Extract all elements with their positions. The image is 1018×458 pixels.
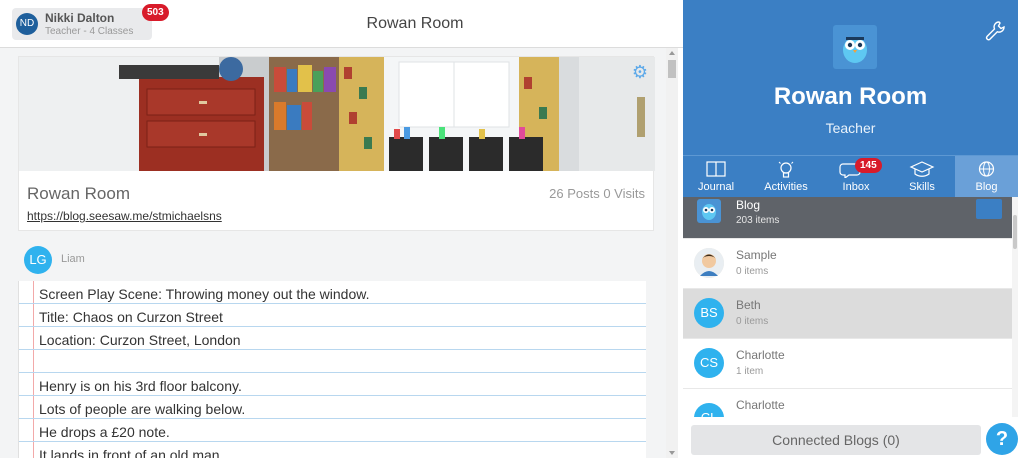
banner-photo xyxy=(19,57,655,171)
item-count: 0 items xyxy=(736,316,769,327)
list-item-charlotte[interactable]: CL Charlotte xyxy=(683,389,1012,417)
note-line: Lots of people are walking below. xyxy=(19,396,646,419)
note-line: It lands in front of an old man. xyxy=(19,442,646,458)
notification-badge[interactable]: 503 xyxy=(142,4,169,21)
tab-blog[interactable]: Blog xyxy=(955,156,1018,198)
scroll-thumb[interactable] xyxy=(668,60,676,78)
tab-activities[interactable]: Activities xyxy=(749,156,823,198)
item-count: 0 items xyxy=(736,266,769,277)
page-title: Rowan Room xyxy=(366,15,464,32)
top-bar: ND Nikki Dalton Teacher - 4 Classes 503 … xyxy=(0,0,683,48)
class-sidebar: Rowan Room Teacher Journal Activities 14… xyxy=(683,0,1018,458)
student-avatar: BS xyxy=(694,298,724,328)
blog-card: ⚙ Rowan Room 26 Posts 0 Visits https://b… xyxy=(18,56,655,231)
list-item-blog[interactable]: Blog 203 items xyxy=(683,197,1012,239)
blog-stats: 26 Posts 0 Visits xyxy=(549,186,645,201)
user-role: Teacher - 4 Classes xyxy=(45,26,134,37)
user-name: Nikki Dalton xyxy=(45,11,115,25)
note-line: He drops a £20 note. xyxy=(19,419,646,442)
student-name: Blog xyxy=(736,198,761,212)
inbox-count-badge: 145 xyxy=(855,158,882,173)
journal-feed: ⚙ Rowan Room 26 Posts 0 Visits https://b… xyxy=(0,48,666,458)
student-list-scrollbar[interactable] xyxy=(1012,197,1018,417)
scroll-down-arrow-icon[interactable] xyxy=(669,451,675,455)
sample-avatar-icon xyxy=(694,248,724,278)
student-name: Beth xyxy=(736,298,761,312)
list-item-beth[interactable]: BS Beth 0 items xyxy=(683,289,1012,339)
student-name: Charlotte xyxy=(736,348,785,362)
tab-skills-label: Skills xyxy=(909,181,935,193)
student-avatar: CS xyxy=(694,348,724,378)
scroll-thumb[interactable] xyxy=(1013,215,1017,249)
feed-scrollbar[interactable] xyxy=(666,48,678,458)
student-name: Charlotte xyxy=(736,398,785,412)
tab-inbox[interactable]: 145 Inbox xyxy=(823,156,889,198)
tab-inbox-label: Inbox xyxy=(842,181,870,193)
tab-journal[interactable]: Journal xyxy=(683,156,749,198)
tab-journal-label: Journal xyxy=(697,181,735,193)
tab-skills[interactable]: Skills xyxy=(889,156,955,198)
blog-url-link[interactable]: https://blog.seesaw.me/stmichaelsns xyxy=(27,209,222,223)
author-avatar: LG xyxy=(24,246,52,274)
connected-blogs-button[interactable]: Connected Blogs (0) xyxy=(691,425,981,455)
class-header: Rowan Room Teacher xyxy=(683,0,1018,155)
blog-banner-image: ⚙ xyxy=(19,57,655,171)
note-line xyxy=(19,350,646,373)
user-avatar: ND xyxy=(16,13,38,35)
gear-icon[interactable]: ⚙ xyxy=(631,63,649,81)
tab-activities-label: Activities xyxy=(764,181,808,193)
book-icon xyxy=(706,161,726,177)
wrench-icon[interactable] xyxy=(984,20,1006,42)
help-button[interactable]: ? xyxy=(986,423,1018,455)
author-name: Liam xyxy=(61,253,85,265)
note-line: Title: Chaos on Curzon Street xyxy=(19,304,646,327)
class-role: Teacher xyxy=(825,120,876,136)
nav-tabs: Journal Activities 145 Inbox Skills Blog xyxy=(683,155,1018,198)
graduation-cap-icon xyxy=(909,161,935,177)
lightbulb-icon xyxy=(778,161,794,178)
list-item-sample[interactable]: Sample 0 items xyxy=(683,239,1012,289)
select-indicator[interactable] xyxy=(976,199,1002,219)
student-name: Sample xyxy=(736,248,777,262)
user-menu-button[interactable]: ND Nikki Dalton Teacher - 4 Classes xyxy=(12,8,152,40)
globe-icon xyxy=(978,161,995,177)
student-list: Blog 203 items Sample 0 items BS Beth 0 … xyxy=(683,197,1012,417)
owl-icon xyxy=(697,199,721,223)
main-pane: ND Nikki Dalton Teacher - 4 Classes 503 … xyxy=(0,0,683,458)
tab-blog-label: Blog xyxy=(975,181,998,193)
blog-name: Rowan Room xyxy=(27,184,130,203)
list-item-charlotte[interactable]: CS Charlotte 1 item xyxy=(683,339,1012,389)
student-avatar: CL xyxy=(694,403,724,417)
class-name: Rowan Room xyxy=(773,83,928,110)
app-window: ND Nikki Dalton Teacher - 4 Classes 503 … xyxy=(0,0,1018,458)
note-line: Location: Curzon Street, London xyxy=(19,327,646,350)
item-count: 203 items xyxy=(736,215,780,226)
note-line: Screen Play Scene: Throwing money out th… xyxy=(19,281,646,304)
scroll-up-arrow-icon[interactable] xyxy=(669,51,675,55)
post-text-note[interactable]: Screen Play Scene: Throwing money out th… xyxy=(18,281,646,458)
class-owl-icon xyxy=(833,25,877,69)
item-count: 1 item xyxy=(736,366,764,377)
note-line: Henry is on his 3rd floor balcony. xyxy=(19,373,646,396)
